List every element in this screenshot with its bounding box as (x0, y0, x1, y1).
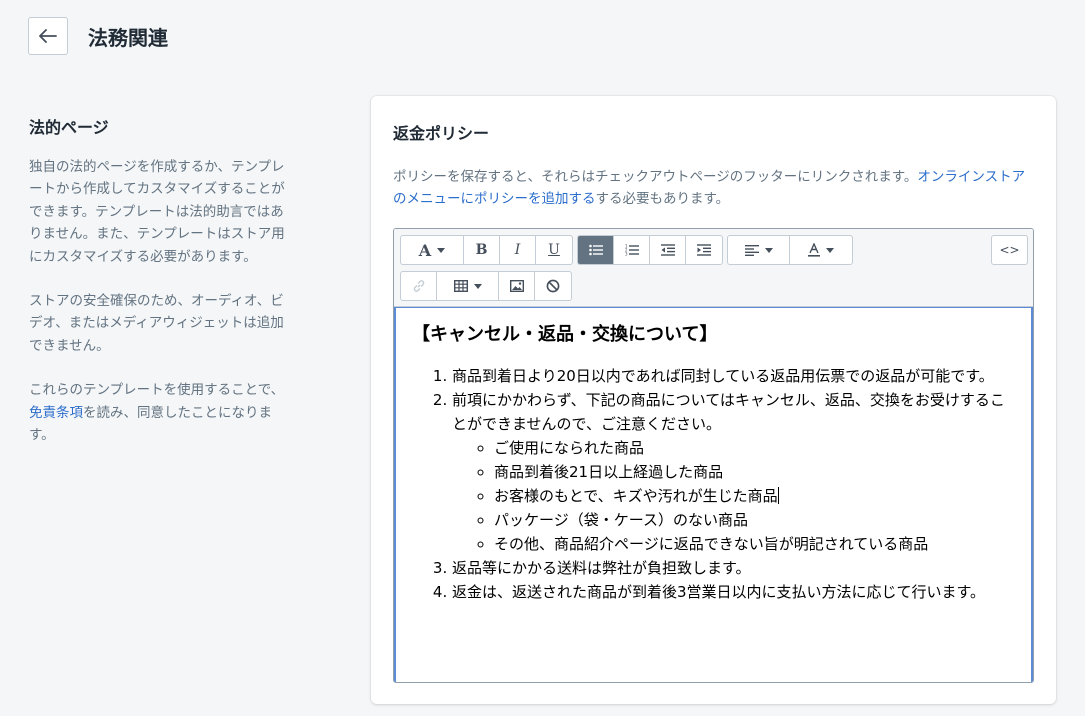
policy-heading: 【キャンセル・返品・交換について】 (412, 324, 718, 345)
refund-policy-card: 返金ポリシー ポリシーを保存すると、それらはチェックアウトページのフッターにリン… (371, 96, 1056, 704)
font-icon: A (418, 240, 432, 260)
chevron-down-icon (826, 247, 834, 253)
list-item-text: 前項にかかわらず、下記の商品についてはキャンセル、返品、交換をお受けすることがで… (452, 391, 1005, 433)
underline-icon: U (548, 242, 560, 258)
svg-text:3: 3 (625, 252, 628, 257)
sidebar-description: 独自の法的ページを作成するか、テンプレートから作成してカスタマイズすることができ… (29, 159, 285, 265)
desc-text-after: する必要もあります。 (595, 191, 730, 207)
alignment-dropdown[interactable] (728, 236, 790, 264)
font-style-dropdown[interactable]: A (401, 236, 464, 264)
italic-button[interactable]: I (500, 236, 536, 264)
bulleted-list-icon (588, 244, 603, 256)
clear-formatting-button[interactable] (535, 272, 571, 300)
terms-link[interactable]: 免責条項 (29, 405, 83, 421)
code-group: <> (991, 235, 1028, 265)
numbered-list-button[interactable]: 123 (614, 236, 650, 264)
block-icon (546, 279, 560, 293)
table-icon (453, 280, 468, 292)
underline-button[interactable]: U (536, 236, 572, 264)
back-button[interactable] (28, 17, 68, 55)
terms-text-before: これらのテンプレートを使用することで、 (29, 382, 285, 399)
insert-table-dropdown[interactable] (437, 272, 499, 300)
insert-group (400, 271, 572, 301)
bold-icon: B (475, 242, 488, 258)
rich-text-editor: A B I U 123 <> 【キャンセル・返品・交換について】 1. 商品到着… (393, 228, 1034, 683)
list-item: お客様のもとで、キズや汚れが生じた商品 (494, 484, 1015, 508)
insert-image-button[interactable] (499, 272, 535, 300)
policy-list: 商品到着日より20日以内であれば同封している返品用伝票での返品が可能です。 前項… (412, 364, 1015, 604)
image-icon (509, 280, 524, 292)
indent-icon (697, 244, 711, 256)
list-item: 商品到着後21日以上経過した商品 (494, 460, 1015, 484)
excluded-items-list: ご使用になられた商品 商品到着後21日以上経過した商品 お客様のもとで、キズや汚… (452, 436, 1015, 556)
outdent-button[interactable] (650, 236, 686, 264)
insert-link-button[interactable] (401, 272, 437, 300)
editor-content[interactable]: 【キャンセル・返品・交換について】 商品到着日より20日以内であれば同封している… (394, 307, 1033, 682)
list-item: 前項にかかわらず、下記の商品についてはキャンセル、返品、交換をお受けすることがで… (452, 388, 1015, 556)
list-item: ご使用になられた商品 (494, 436, 1015, 460)
text-color-icon (808, 243, 820, 257)
list-item: 商品到着日より20日以内であれば同封している返品用伝票での返品が可能です。 (452, 364, 1015, 388)
editor-toolbar: A B I U 123 <> (394, 229, 1033, 307)
italic-icon: I (514, 242, 521, 258)
format-group: A B I U (400, 235, 573, 265)
list-item: 返金は、返送された商品が到着後3営業日以内に支払い方法に応じて行います。 (452, 580, 1015, 604)
link-icon (413, 280, 424, 292)
show-html-button[interactable]: <> (992, 236, 1027, 264)
chevron-down-icon (764, 247, 773, 253)
outdent-icon (660, 244, 675, 256)
list-item: 返品等にかかる送料は弊社が負担致します。 (452, 556, 1015, 580)
indent-button[interactable] (686, 236, 722, 264)
list-group: 123 (577, 235, 723, 265)
chevron-down-icon (437, 247, 446, 253)
sidebar-media-note: ストアの安全確保のため、オーディオ、ビデオ、またはメディアウィジェットは追加でき… (29, 293, 284, 354)
card-title: 返金ポリシー (393, 124, 490, 143)
bulleted-list-button[interactable] (578, 236, 614, 264)
bold-button[interactable]: B (464, 236, 500, 264)
sidebar-title: 法的ページ (29, 118, 109, 137)
page-title: 法務関連 (88, 26, 168, 50)
text-color-dropdown[interactable] (790, 236, 852, 264)
align-left-icon (744, 245, 759, 256)
sidebar-terms-note: これらのテンプレートを使用することで、免責条項を読み、同意したことになります。 (29, 379, 294, 446)
chevron-down-icon (473, 283, 482, 289)
arrow-left-icon (39, 29, 57, 43)
sidebar-annotation: 法的ページ 独自の法的ページを作成するか、テンプレートから作成してカスタマイズす… (29, 114, 294, 468)
align-color-group (727, 235, 853, 265)
desc-text-before: ポリシーを保存すると、それらはチェックアウトページのフッターにリンクされます。 (393, 169, 918, 185)
list-item-text: お客様のもとで、キズや汚れが生じた商品 (494, 487, 778, 505)
card-description: ポリシーを保存すると、それらはチェックアウトページのフッターにリンクされます。オ… (393, 166, 1033, 210)
numbered-list-icon: 123 (625, 244, 639, 256)
list-item: パッケージ（袋・ケース）のない商品 (494, 508, 1015, 532)
text-cursor (777, 487, 779, 504)
list-item: その他、商品紹介ページに返品できない旨が明記されている商品 (494, 532, 1015, 556)
